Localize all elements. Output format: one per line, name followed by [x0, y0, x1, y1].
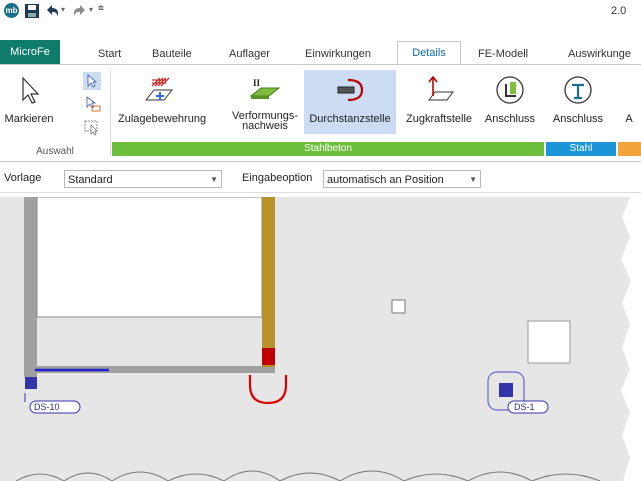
- app-logo-icon[interactable]: mb: [4, 3, 19, 18]
- tab-einwirkungen[interactable]: Einwirkungen: [303, 44, 373, 64]
- punching-perimeter-red[interactable]: [248, 375, 288, 405]
- tab-bauteile[interactable]: Bauteile: [150, 44, 194, 64]
- group-separator: [110, 70, 111, 156]
- reinforcement-icon: [144, 77, 174, 101]
- small-square[interactable]: [391, 299, 406, 314]
- zulagebewehrung-label: Zulagebewehrung: [118, 113, 207, 125]
- wall-left[interactable]: [24, 197, 37, 377]
- column-square[interactable]: [527, 320, 571, 364]
- more-ribbon-label: A: [625, 113, 633, 125]
- verformungsnachweis-button[interactable]: II Verformungs- nachweis: [228, 70, 302, 132]
- undo-dropdown-icon[interactable]: ▾: [61, 5, 65, 14]
- anschluss-stahl-label: Anschluss: [552, 113, 604, 125]
- anschluss-stahlbeton-label: Anschluss: [484, 113, 536, 125]
- redo-dropdown-icon[interactable]: ▾: [89, 5, 93, 14]
- group-auswahl: Auswahl: [36, 146, 74, 157]
- tension-icon: [428, 75, 454, 101]
- save-icon[interactable]: [24, 3, 40, 19]
- nachweis-label: nachweis: [242, 120, 288, 132]
- group-stahlbeton: Stahlbeton: [112, 142, 544, 156]
- connection-icon: [496, 76, 524, 104]
- title-bar: [0, 0, 641, 22]
- durchstanzstelle-label: Durchstanzstelle: [309, 113, 391, 125]
- chevron-down-icon: ▼: [467, 171, 477, 187]
- group-stahl: Stahl: [546, 142, 616, 156]
- eingabeoption-value: automatisch an Position: [327, 174, 444, 186]
- tab-auswirkungen[interactable]: Auswirkunge: [566, 44, 633, 64]
- tab-start[interactable]: Start: [96, 44, 123, 64]
- column-base[interactable]: [262, 348, 275, 365]
- slab-opening[interactable]: [36, 197, 263, 318]
- vorlage-label: Vorlage: [4, 172, 42, 184]
- deformation-icon: II: [249, 78, 281, 99]
- select-window-icon[interactable]: [83, 118, 101, 136]
- canvas-drawing: [15, 197, 641, 481]
- select-multi-icon[interactable]: [83, 95, 101, 113]
- column-wall[interactable]: [262, 197, 275, 367]
- markieren-label: Markieren: [4, 113, 54, 125]
- undo-icon[interactable]: [44, 3, 60, 19]
- anschluss-stahl-button[interactable]: Anschluss: [548, 70, 608, 132]
- cloud-outline: [15, 470, 601, 481]
- punching-icon: [337, 78, 364, 102]
- steel-connection-icon: [564, 76, 592, 104]
- tab-auflager[interactable]: Auflager: [227, 44, 272, 64]
- eingabeoption-label: Eingabeoption: [242, 172, 313, 184]
- anschluss-stahlbeton-button[interactable]: Anschluss: [480, 70, 540, 132]
- markieren-button[interactable]: Markieren: [4, 70, 54, 132]
- ds-1-marker[interactable]: [499, 383, 513, 397]
- group-overflow: [618, 142, 641, 156]
- ds-10-marker[interactable]: [25, 377, 37, 389]
- zugkraftstelle-button[interactable]: Zugkraftstelle: [398, 70, 480, 132]
- tab-details[interactable]: Details: [397, 41, 461, 66]
- chevron-down-icon: ▼: [210, 175, 218, 184]
- ds-1-label: DS-1: [514, 402, 535, 412]
- customize-icon[interactable]: ⩧: [98, 3, 104, 14]
- eingabeoption-select[interactable]: automatisch an Position ▼: [323, 170, 481, 188]
- redo-icon[interactable]: [72, 3, 88, 19]
- torn-edge-right: [621, 197, 641, 481]
- ds-10-label: DS-10: [34, 402, 60, 412]
- cursor-icon: [22, 76, 40, 104]
- more-ribbon-button[interactable]: A: [620, 70, 638, 132]
- window-title: 2.0: [611, 5, 627, 17]
- select-single-icon[interactable]: [83, 72, 101, 90]
- vorlage-select[interactable]: Standard ▼: [64, 170, 222, 188]
- zugkraftstelle-label: Zugkraftstelle: [405, 113, 473, 125]
- vorlage-value: Standard: [68, 174, 113, 186]
- tab-microfe[interactable]: MicroFe: [0, 40, 60, 64]
- durchstanzstelle-button[interactable]: Durchstanzstelle: [304, 70, 396, 134]
- drawing-canvas[interactable]: DS-10 DS-1: [0, 197, 641, 481]
- svg-text:II: II: [253, 78, 261, 88]
- zulagebewehrung-button[interactable]: Zulagebewehrung: [118, 70, 207, 132]
- tab-fe-modell[interactable]: FE-Modell: [476, 44, 530, 64]
